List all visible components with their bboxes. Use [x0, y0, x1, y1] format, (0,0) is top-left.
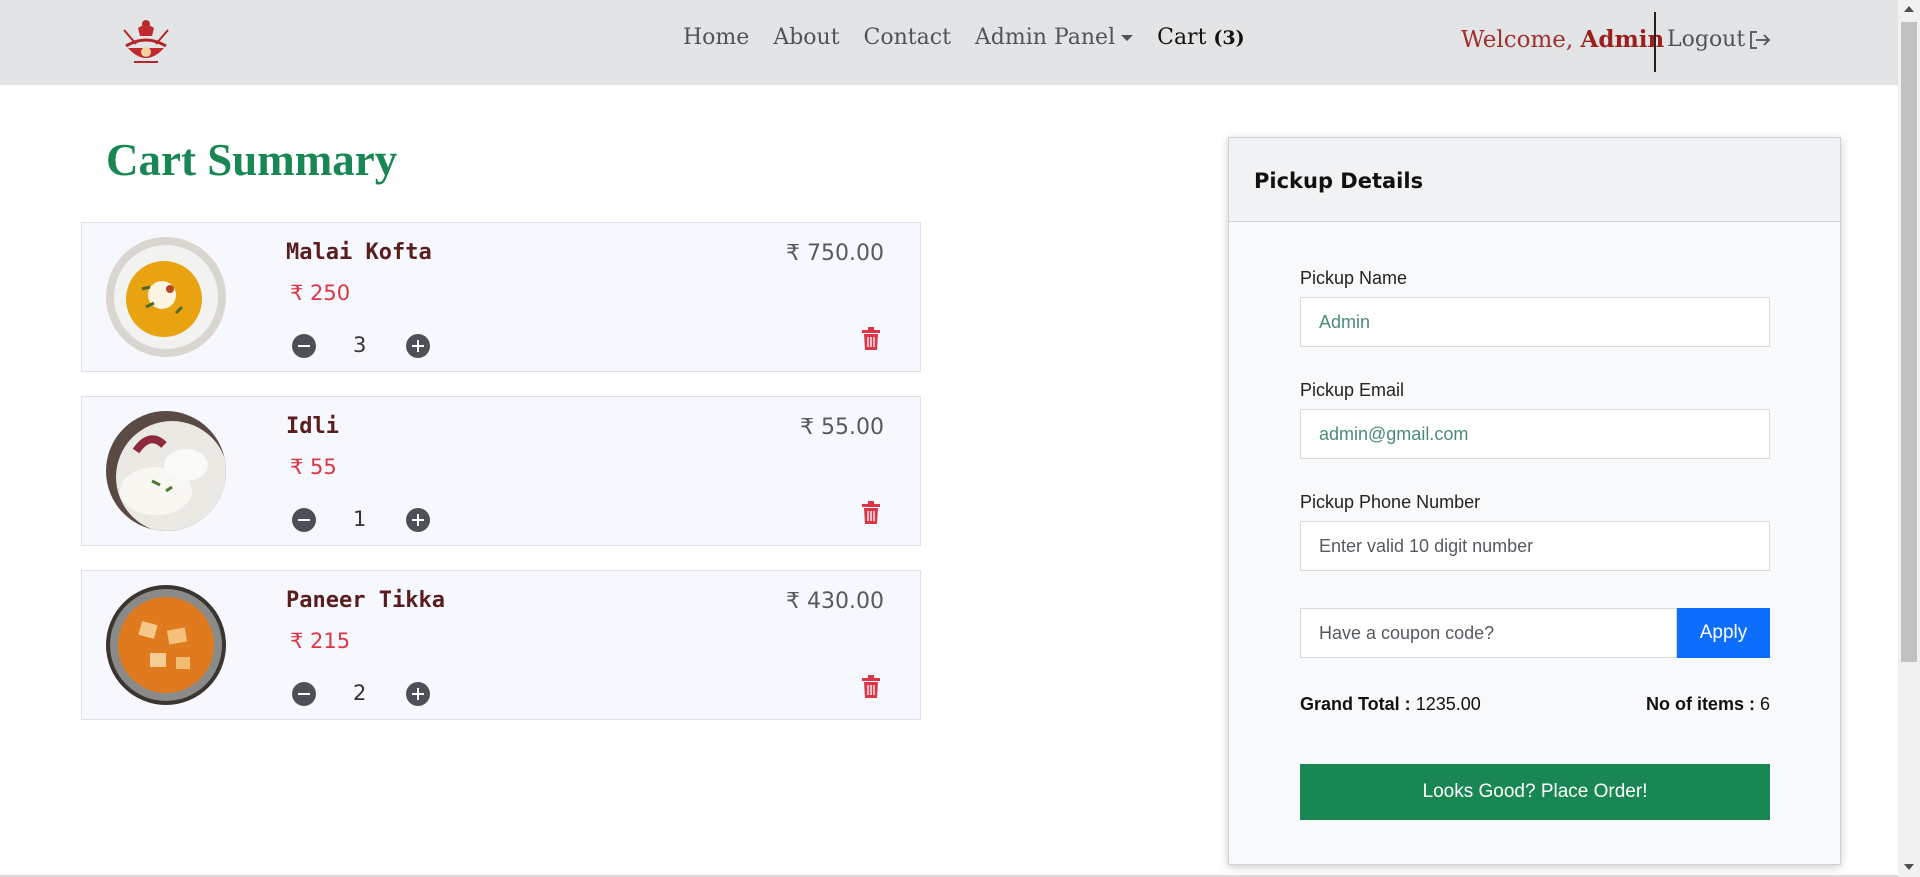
pickup-phone-input[interactable]	[1300, 521, 1770, 571]
scroll-up-arrow-icon[interactable]	[1904, 6, 1914, 12]
cart-item: Idli ₹ 55 1 ₹ 55.00	[81, 396, 921, 546]
item-name: Paneer Tikka	[286, 588, 445, 613]
apply-coupon-button[interactable]: Apply	[1677, 608, 1770, 658]
trash-icon[interactable]	[860, 501, 882, 525]
pickup-email-input[interactable]	[1300, 409, 1770, 459]
nav-links: Home About Contact Admin Panel Cart (3)	[683, 25, 1269, 50]
item-name: Malai Kofta	[286, 240, 432, 265]
cart-item: Paneer Tikka ₹ 215 2 ₹ 430.00	[81, 570, 921, 720]
nav-admin-panel-dropdown[interactable]: Admin Panel	[974, 25, 1134, 50]
item-total: ₹ 55.00	[800, 415, 884, 440]
welcome-message: Welcome, Admin	[1461, 26, 1664, 53]
nav-about-link[interactable]: About	[773, 25, 839, 50]
qty-decrease-icon[interactable]	[292, 334, 316, 358]
qty-decrease-icon[interactable]	[292, 682, 316, 706]
items-count-label: No of items :	[1645, 694, 1755, 714]
item-price: ₹ 215	[290, 629, 351, 653]
scroll-down-arrow-icon[interactable]	[1904, 864, 1914, 870]
cart-count-badge: (3)	[1213, 27, 1245, 49]
item-quantity: 3	[353, 333, 367, 357]
pickup-details-header: Pickup Details	[1229, 138, 1840, 222]
coupon-code-input[interactable]	[1300, 608, 1677, 658]
pickup-name-input[interactable]	[1300, 297, 1770, 347]
item-name: Idli	[286, 414, 339, 439]
logout-icon	[1750, 30, 1771, 49]
paneer-tikka-image	[106, 585, 226, 705]
grand-total-label: Grand Total :	[1300, 694, 1411, 714]
item-total: ₹ 750.00	[786, 241, 884, 266]
qty-increase-icon[interactable]	[406, 334, 430, 358]
welcome-username: Admin	[1580, 26, 1665, 53]
logout-button[interactable]: Logout	[1667, 27, 1771, 52]
restaurant-logo-icon[interactable]	[118, 16, 174, 68]
item-quantity: 2	[353, 681, 367, 705]
pickup-email-label: Pickup Email	[1300, 380, 1405, 400]
nav-cart-link[interactable]: Cart (3)	[1157, 25, 1245, 50]
items-count-value: 6	[1759, 694, 1770, 714]
cart-summary-title: Cart Summary	[106, 135, 398, 185]
cart-label: Cart	[1157, 25, 1207, 50]
scroll-thumb[interactable]	[1901, 22, 1917, 662]
grand-total: Grand Total : 1235.00	[1300, 694, 1481, 715]
qty-decrease-icon[interactable]	[292, 508, 316, 532]
qty-increase-icon[interactable]	[406, 682, 430, 706]
welcome-prefix: Welcome,	[1461, 27, 1574, 53]
malai-kofta-image	[106, 237, 226, 357]
item-total: ₹ 430.00	[786, 589, 884, 614]
nav-contact-link[interactable]: Contact	[864, 25, 951, 50]
trash-icon[interactable]	[860, 675, 882, 699]
nav-divider	[1654, 12, 1656, 72]
logout-label: Logout	[1667, 27, 1746, 52]
place-order-button[interactable]: Looks Good? Place Order!	[1300, 764, 1770, 820]
page-scrollbar[interactable]	[1898, 0, 1920, 877]
idli-image	[106, 411, 226, 531]
item-price: ₹ 55	[290, 455, 337, 479]
pickup-name-label: Pickup Name	[1300, 268, 1408, 288]
admin-panel-label: Admin Panel	[974, 25, 1116, 50]
navbar: Home About Contact Admin Panel Cart (3) …	[0, 0, 1898, 85]
item-price: ₹ 250	[290, 281, 351, 305]
caret-down-icon	[1121, 34, 1134, 41]
items-count: No of items : 6	[1646, 694, 1770, 715]
item-quantity: 1	[353, 507, 367, 531]
nav-home-link[interactable]: Home	[683, 25, 749, 50]
pickup-phone-label: Pickup Phone Number	[1300, 492, 1481, 512]
grand-total-value: 1235.00	[1415, 694, 1481, 714]
cart-item: Malai Kofta ₹ 250 3 ₹ 750.00	[81, 222, 921, 372]
trash-icon[interactable]	[860, 327, 882, 351]
pickup-details-card: Pickup Details Pickup Name Pickup Email …	[1228, 137, 1841, 865]
qty-increase-icon[interactable]	[406, 508, 430, 532]
